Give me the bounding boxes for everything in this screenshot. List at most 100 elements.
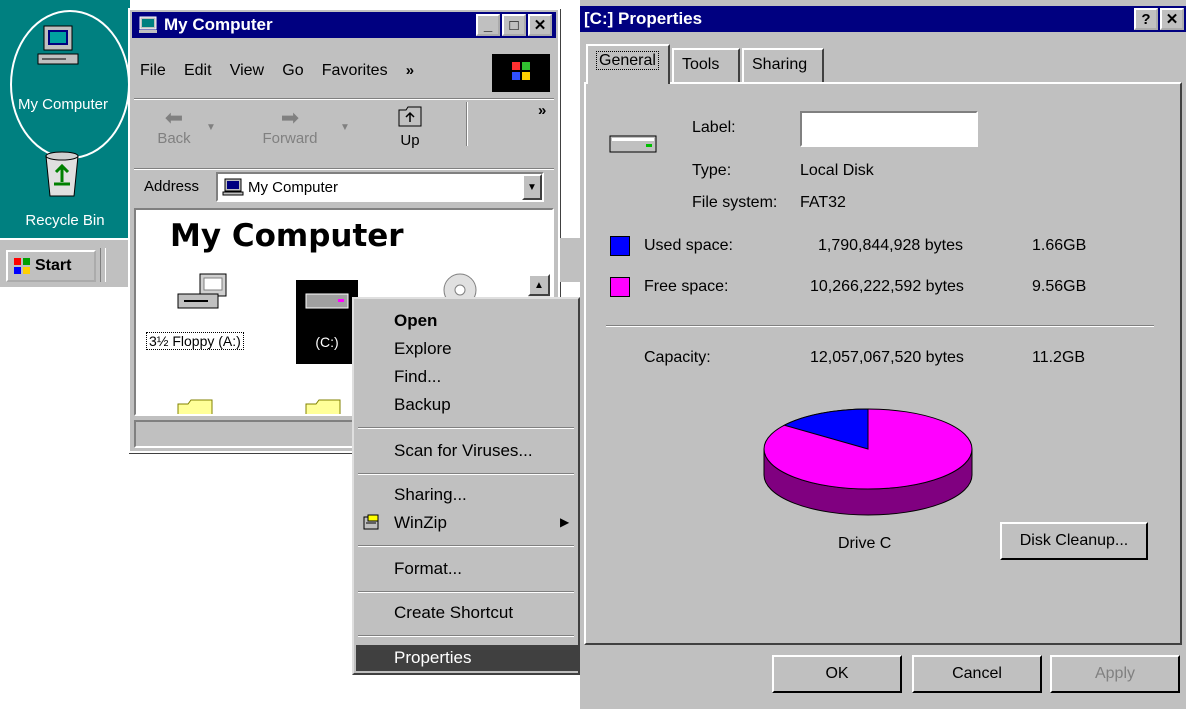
floppy-drive-label: 3½ Floppy (A:) [146,332,244,350]
back-dropdown-icon[interactable]: ▼ [206,122,216,133]
recycle-bin-desktop-label: Recycle Bin [25,212,105,229]
computer-icon [37,25,79,65]
label-input[interactable] [800,111,978,147]
menu-item-open[interactable]: Open [394,311,437,331]
cancel-label: Cancel [952,665,1002,682]
my-computer-titlebar[interactable]: My Computer _ □ ✕ [132,12,556,38]
drive-c-label: (C:) [315,334,339,350]
menu-item-properties-label: Properties [394,648,472,667]
tab-sharing-label: Sharing [752,56,808,73]
menu-bar: File Edit View Go Favorites » [140,62,414,80]
free-space-caption: Free space: [644,278,729,295]
menu-overflow-icon[interactable]: » [406,62,414,79]
tab-general[interactable]: General [586,44,670,84]
folder-item[interactable] [304,398,344,414]
toolbar-overflow-icon[interactable]: » [538,102,546,119]
filesystem-caption: File system: [692,194,778,211]
maximize-button[interactable]: □ [502,14,526,36]
filesystem-value: FAT32 [800,194,846,211]
context-menu: Open Explore Find... Backup Scan for Vir… [352,297,580,675]
folder-icon [305,399,341,414]
forward-dropdown-icon[interactable]: ▼ [340,122,350,133]
type-caption: Type: [692,162,732,179]
computer-icon [139,16,157,33]
tab-sharing[interactable]: Sharing [742,48,824,82]
used-space-bytes: 1,790,844,928 bytes [818,237,964,254]
help-button[interactable]: ? [1134,8,1158,30]
windows-flag-icon [512,62,530,80]
desktop: My Computer Recycle Bin Start [0,0,130,287]
start-label: Start [35,257,72,274]
my-computer-desktop-label: My Computer [17,96,109,113]
drive-c-item[interactable]: (C:) [296,280,358,364]
tab-tools[interactable]: Tools [672,48,740,82]
back-button[interactable]: ⬅ Back [144,105,204,148]
start-button[interactable]: Start [6,250,96,282]
back-label: Back [157,130,191,147]
menu-separator [358,427,574,429]
close-button[interactable]: ✕ [1160,8,1184,30]
menu-item-find[interactable]: Find... [394,367,441,387]
menu-file[interactable]: File [140,62,166,80]
minimize-button[interactable]: _ [476,14,500,36]
apply-label: Apply [1094,665,1136,682]
menu-separator [358,473,574,475]
windows-throbber [492,54,550,92]
menu-separator [358,591,574,593]
taskbar-divider [100,248,106,282]
menu-item-create-shortcut[interactable]: Create Shortcut [394,603,513,623]
used-space-size: 1.66GB [1032,237,1087,254]
address-field[interactable]: My Computer ▼ [216,172,544,202]
windows-logo-icon [14,258,30,274]
ok-button[interactable]: OK [772,655,902,693]
menu-item-properties[interactable]: Properties [356,645,578,671]
menu-item-explore[interactable]: Explore [394,339,452,359]
disk-cleanup-button[interactable]: Disk Cleanup... [1000,522,1148,560]
scroll-up-icon[interactable]: ▲ [528,274,550,296]
recycle-bin-desktop-icon[interactable] [40,150,84,202]
toolbar-separator [466,102,468,146]
free-space-size: 9.56GB [1032,278,1087,295]
menu-separator [358,635,574,637]
taskbar: Start [0,238,130,287]
properties-titlebar[interactable]: [C:] Properties ? ✕ [580,6,1186,32]
forward-button[interactable]: ➡ Forward [250,106,330,148]
menu-item-scan-viruses[interactable]: Scan for Viruses... [394,441,533,461]
folder-item[interactable] [176,398,216,414]
close-button[interactable]: ✕ [528,14,552,36]
my-computer-desktop-icon[interactable] [36,24,80,72]
recycle-bin-icon [45,151,79,197]
back-arrow-icon: ⬅ [164,105,184,130]
toolbar-divider [134,98,554,100]
menu-item-sharing[interactable]: Sharing... [394,485,467,505]
menu-edit[interactable]: Edit [184,62,212,80]
menu-item-format[interactable]: Format... [394,559,462,579]
tab-general-label: General [596,51,659,70]
capacity-divider [606,325,1154,327]
cancel-button[interactable]: Cancel [912,655,1042,693]
taskbar-fragment [560,238,582,282]
drive-name-label: Drive C [838,535,892,552]
menu-item-winzip[interactable]: WinZip [394,513,447,533]
disk-usage-pie-chart [763,408,973,516]
floppy-drive-item[interactable] [174,272,234,320]
tab-tools-label: Tools [682,56,720,73]
up-folder-icon [398,106,422,127]
menu-go[interactable]: Go [282,62,303,80]
ok-label: OK [825,665,849,682]
apply-button[interactable]: Apply [1050,655,1180,693]
menu-view[interactable]: View [230,62,264,80]
menu-item-backup[interactable]: Backup [394,395,451,415]
submenu-arrow-icon: ▶ [560,515,570,529]
address-dropdown-icon[interactable]: ▼ [522,174,542,200]
winzip-icon [362,513,382,537]
menu-favorites[interactable]: Favorites [322,62,388,80]
address-label: Address [144,178,200,195]
up-label: Up [400,132,420,149]
dialog-title: [C:] Properties [584,9,703,28]
hard-drive-icon [305,293,349,309]
used-space-swatch [610,236,630,256]
free-space-swatch [610,277,630,297]
up-button[interactable]: Up [380,104,440,149]
window-title: My Computer [164,15,273,34]
